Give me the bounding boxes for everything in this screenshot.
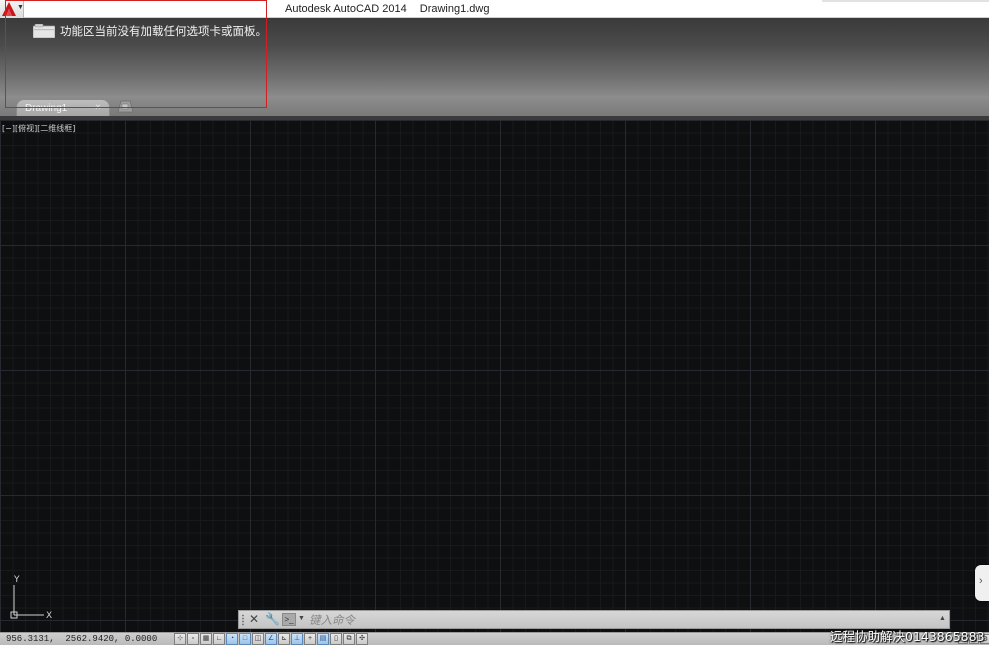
side-panel-handle[interactable]: › [975, 565, 989, 601]
grip-handle-icon[interactable] [241, 614, 245, 626]
viewport-controls-label[interactable]: [−][俯视][二维线框] [2, 123, 75, 134]
ribbon-empty-message: 功能区当前没有加载任何选项卡或面板。 [33, 23, 267, 39]
app-name: Autodesk AutoCAD 2014 [285, 3, 407, 15]
3d-object-snap-icon[interactable]: ◫ [252, 633, 264, 645]
ribbon-empty-text: 功能区当前没有加载任何选项卡或面板。 [60, 24, 267, 38]
object-snap-tracking-icon[interactable]: ∠ [265, 633, 277, 645]
snap-mode-icon[interactable]: ▫ [187, 633, 199, 645]
ucs-x-label: X [46, 611, 52, 621]
dynamic-input-icon[interactable]: ⊥ [291, 633, 303, 645]
application-menu-button[interactable]: ▼ [0, 0, 24, 18]
document-name: Drawing1.dwg [419, 3, 490, 15]
title-bar: ▼ Autodesk AutoCAD 2014 Drawing1.dwg [0, 0, 989, 18]
object-snap-icon[interactable]: □ [239, 633, 251, 645]
folder-icon [33, 24, 55, 38]
ribbon: 功能区当前没有加载任何选项卡或面板。 [0, 18, 989, 96]
close-icon[interactable]: ✕ [249, 612, 259, 626]
chevron-up-icon[interactable]: ▲ [939, 615, 946, 622]
chevron-down-icon: ▼ [17, 4, 24, 11]
chevron-down-icon[interactable]: ▼ [298, 615, 305, 622]
grid-display-icon[interactable]: ▦ [200, 633, 212, 645]
wrench-icon[interactable]: 🔧 [265, 612, 280, 626]
transparency-icon[interactable]: ▤ [317, 633, 329, 645]
coordinate-readout[interactable]: 956.3131, 2562.9420, 0.0000 [6, 634, 157, 644]
watermark-text: 远程协助解决0143865883 [830, 629, 985, 644]
dynamic-ucs-icon[interactable]: ⊾ [278, 633, 290, 645]
ucs-y-label: Y [13, 575, 20, 585]
tab-drawing1[interactable]: Drawing1 × [16, 99, 110, 116]
new-tab-icon[interactable] [116, 100, 134, 113]
lineweight-icon[interactable]: + [304, 633, 316, 645]
ucs-icon: Y X [10, 575, 52, 621]
command-prompt-icon[interactable]: >_ [282, 613, 296, 626]
file-tabs-bar: Drawing1 × [0, 96, 989, 116]
annotation-monitor-icon[interactable]: ✣ [356, 633, 368, 645]
ortho-mode-icon[interactable]: ∟ [213, 633, 225, 645]
drawing-canvas[interactable]: [−][俯视][二维线框] Y X › [0, 120, 989, 632]
close-icon[interactable]: × [95, 102, 101, 113]
status-toggle-group: ⊹ ▫ ▦ ∟ ◔ □ ◫ ∠ ⊾ ⊥ + ▤ ▯ ⧉ ✣ [174, 633, 368, 645]
quick-properties-icon[interactable]: ▯ [330, 633, 342, 645]
window-title: Autodesk AutoCAD 2014 Drawing1.dwg [285, 3, 489, 15]
selection-cycling-icon[interactable]: ⧉ [343, 633, 355, 645]
title-bar-right-strip [822, 0, 989, 2]
infer-constraints-icon[interactable]: ⊹ [174, 633, 186, 645]
tab-label: Drawing1 [25, 103, 68, 114]
polar-tracking-icon[interactable]: ◔ [226, 633, 238, 645]
autocad-logo-icon [2, 2, 16, 16]
chevron-right-icon: › [979, 575, 983, 587]
